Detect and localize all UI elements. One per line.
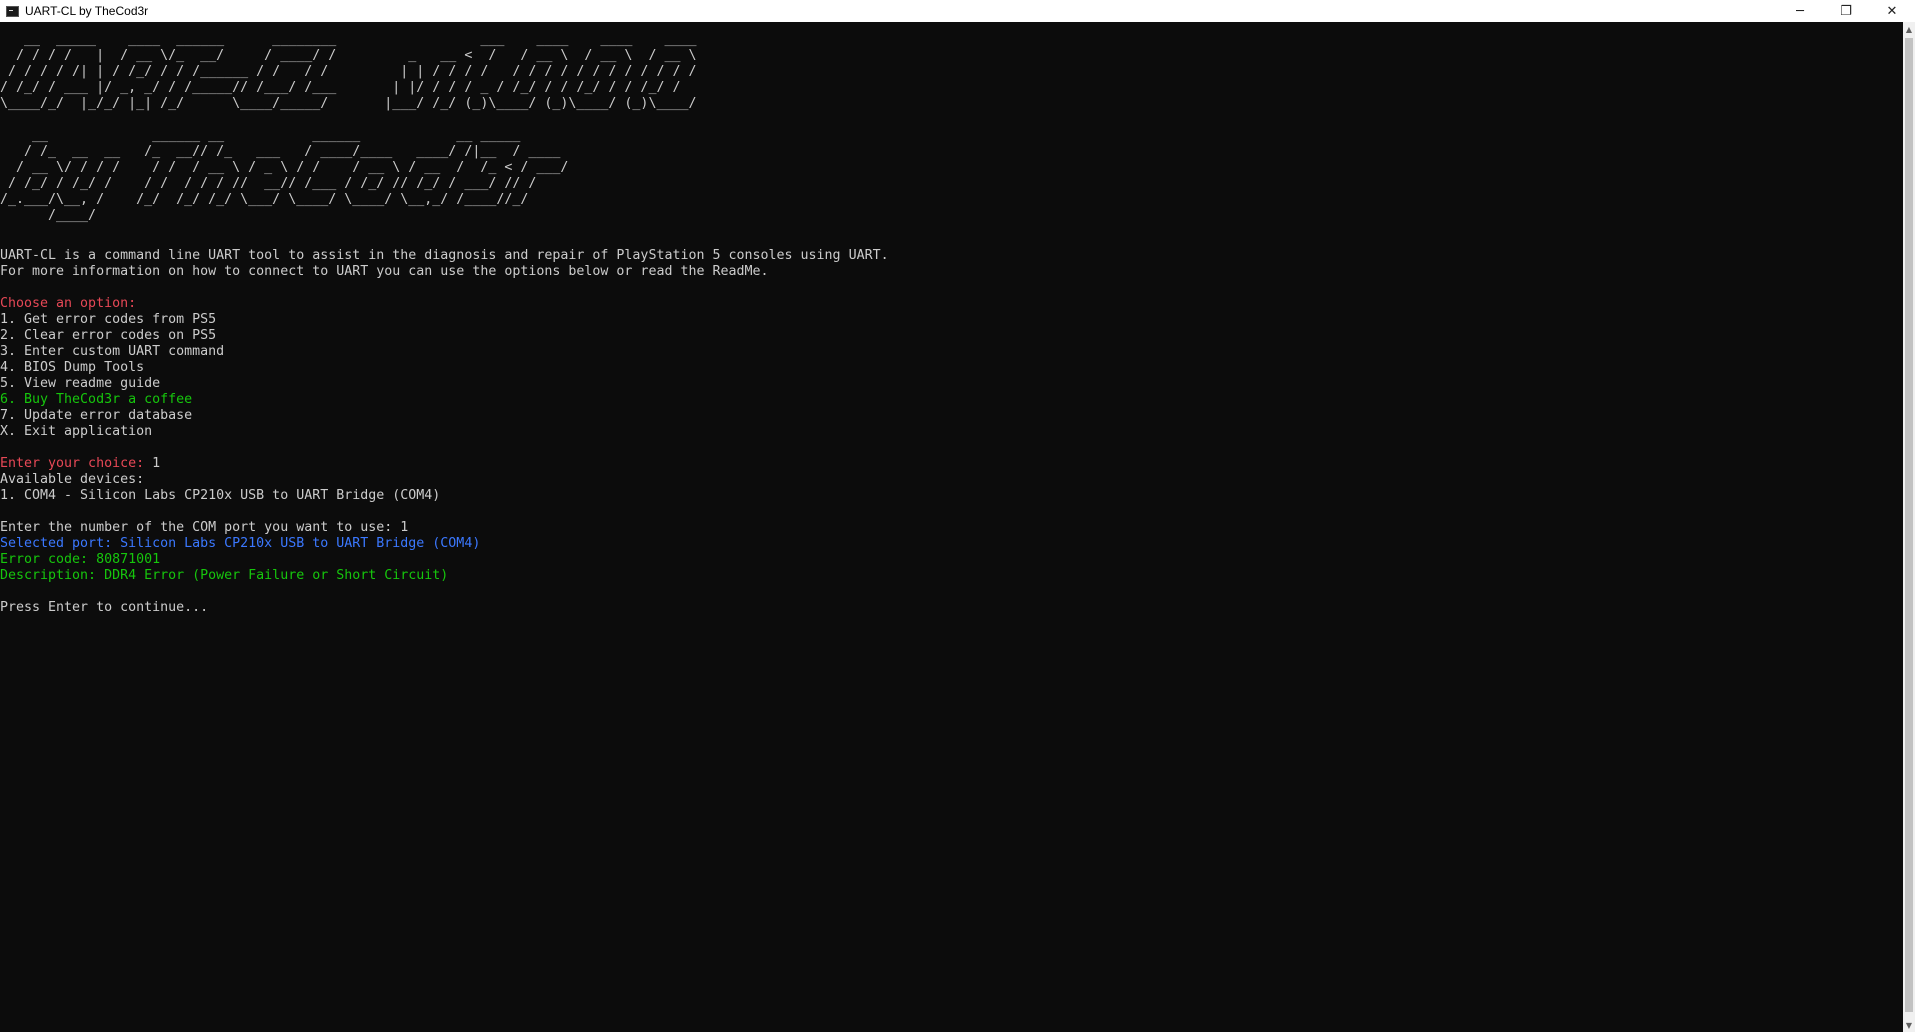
menu-item: 2. Clear error codes on PS5 — [0, 328, 217, 343]
close-button[interactable]: ✕ — [1869, 0, 1915, 22]
menu-item: 3. Enter custom UART command — [0, 344, 225, 359]
intro-line: For more information on how to connect t… — [0, 264, 769, 279]
choice-prompt: Enter your choice: — [0, 456, 153, 471]
ascii-byline: __ ______ __ ______ __ _____ / /_ __ __ … — [0, 128, 568, 224]
selected-port: Selected port: Silicon Labs CP210x USB t… — [0, 536, 481, 551]
ascii-byline-line: / /_ __ __ /_ __// /_ ___ / ____/____ __… — [0, 144, 561, 159]
menu-item: 7. Update error database — [0, 408, 193, 423]
terminal-window: UART-CL by TheCod3r ─ ❐ ✕ __ _____ ____ … — [0, 0, 1915, 1032]
ascii-byline-line: / /_/ / /_/ / / / / / / // __// /___ / /… — [0, 176, 569, 191]
error-description: Description: DDR4 Error (Power Failure o… — [0, 568, 449, 583]
ascii-banner-line: / / / / | / __ \/_ __/ / ____/ / _ __ < … — [0, 48, 697, 63]
error-code: Error code: 80871001 — [0, 552, 161, 567]
close-icon: ✕ — [1886, 3, 1898, 19]
minimize-button[interactable]: ─ — [1777, 0, 1823, 22]
ascii-byline-line: __ ______ __ ______ __ _____ — [0, 128, 561, 143]
ascii-byline-line: / __ \/ / / / / / / __ \ / _ \ / / / __ … — [0, 160, 569, 175]
ascii-banner-line: / /_/ / ___ |/ _, _/ / /_____// /___/ /_… — [0, 80, 689, 95]
port-value: 1 — [400, 520, 409, 535]
scrollbar-thumb[interactable] — [1905, 38, 1913, 1012]
menu-item: 1. Get error codes from PS5 — [0, 312, 217, 327]
ascii-banner-line: / / / / /| | / /_/ / / /______ / / / / |… — [0, 64, 697, 79]
menu-item: 4. BIOS Dump Tools — [0, 360, 145, 375]
window-title: UART-CL by TheCod3r — [25, 4, 149, 18]
console-output[interactable]: __ _____ ____ ______ ________ ___ ____ _… — [0, 22, 1903, 1032]
device-entry: 1. COM4 - Silicon Labs CP210x USB to UAR… — [0, 488, 441, 503]
console-app-icon[interactable] — [6, 5, 19, 17]
minimize-icon: ─ — [1796, 3, 1804, 19]
window-controls: ─ ❐ ✕ — [1777, 0, 1915, 22]
devices-heading: Available devices: — [0, 472, 145, 487]
ascii-banner-line: __ _____ ____ ______ ________ ___ ____ _… — [0, 32, 705, 47]
intro-line: UART-CL is a command line UART tool to a… — [0, 248, 889, 263]
choice-line: Enter your choice: 1 — [0, 456, 889, 472]
ascii-banner-line: \____/_/ |_/_/ |_| /_/ \____/_____/ |___… — [0, 96, 713, 111]
port-prompt: Enter the number of the COM port you wan… — [0, 520, 401, 535]
title-bar[interactable]: UART-CL by TheCod3r ─ ❐ ✕ — [0, 0, 1915, 22]
menu-item: X. Exit application — [0, 424, 153, 439]
port-line: Enter the number of the COM port you wan… — [0, 520, 889, 536]
ascii-banner: __ _____ ____ ______ ________ ___ ____ _… — [0, 32, 712, 112]
menu-heading: Choose an option: — [0, 296, 137, 311]
scroll-down-icon[interactable]: ▼ — [1903, 1018, 1915, 1032]
continue-prompt: Press Enter to continue... — [0, 600, 209, 615]
restore-icon: ❐ — [1840, 3, 1852, 19]
menu-item: 5. View readme guide — [0, 376, 161, 391]
ascii-byline-line: /____/ — [0, 208, 561, 223]
vertical-scrollbar[interactable]: ▲ ▼ — [1903, 22, 1915, 1032]
console-text: UART-CL is a command line UART tool to a… — [0, 248, 889, 616]
ascii-byline-line: /_.___/\__, / /_/ /_/ /_/ \___/ \____/ \… — [0, 192, 569, 207]
restore-button[interactable]: ❐ — [1823, 0, 1869, 22]
menu-item: 6. Buy TheCod3r a coffee — [0, 392, 193, 407]
choice-value: 1 — [152, 456, 161, 471]
scroll-up-icon[interactable]: ▲ — [1903, 22, 1915, 36]
